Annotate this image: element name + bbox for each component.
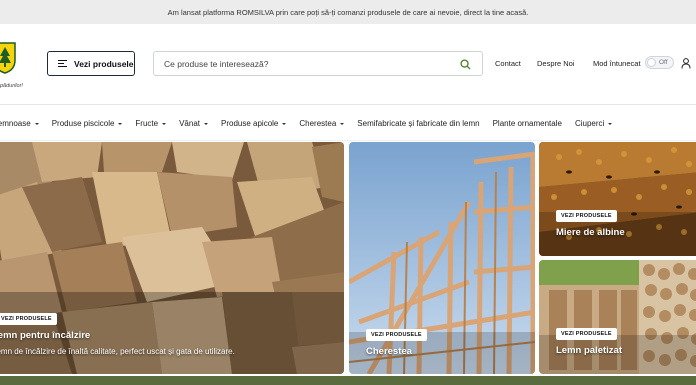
category-label: Produse piscicole (51, 118, 115, 128)
chevron-down-icon (608, 122, 613, 125)
card-palletized-badge[interactable]: VEZI PRODUSELE (556, 328, 617, 340)
chevron-down-icon (282, 122, 287, 125)
card-lumber[interactable]: VEZI PRODUSELE Cherestea (349, 142, 535, 374)
dark-mode-label: Mod întunecat (593, 59, 641, 68)
card-firewood-badge[interactable]: VEZI PRODUSELE (0, 313, 57, 325)
card-firewood-description: Lemn de încălzire de înaltă calitate, pe… (0, 347, 235, 356)
chevron-down-icon (162, 122, 167, 125)
card-honey-title: Miere de albine (556, 227, 625, 238)
category-item[interactable]: Fructe (135, 118, 167, 128)
card-lumber-title: Cherestea (366, 346, 412, 357)
category-label: Ciuperci (574, 118, 605, 128)
card-firewood-title: Lemn pentru încălzire (0, 330, 91, 341)
toggle-knob (647, 58, 656, 67)
next-section-preview (0, 376, 696, 385)
romsilva-logo[interactable] (0, 40, 16, 74)
category-label: Produse apicole (221, 118, 279, 128)
search-input[interactable] (164, 58, 482, 69)
user-icon[interactable] (681, 58, 691, 69)
palletized-wood-image (539, 260, 696, 374)
chevron-down-icon (34, 122, 39, 125)
card-firewood[interactable]: VEZI PRODUSELE Lemn pentru încălzire Lem… (0, 142, 344, 374)
honeycomb-image (539, 142, 696, 256)
search-icon[interactable] (460, 59, 471, 70)
category-label: Cherestea (299, 118, 337, 128)
category-item[interactable]: Semifabricate și fabricate din lemn (357, 119, 479, 128)
category-item[interactable]: Produse piscicole (52, 119, 123, 128)
card-palletized-wood[interactable]: VEZI PRODUSELE Lemn paletizat (539, 260, 696, 374)
category-label: Vânat (179, 118, 200, 128)
category-item[interactable]: Vânat (179, 119, 208, 128)
category-label: Plante ornamentale (492, 118, 562, 128)
card-honey-badge[interactable]: VEZI PRODUSELE (556, 210, 617, 222)
products-button-label: Vezi produsele (74, 58, 134, 69)
header: pădurilor! Vezi produsele Contact Despre… (0, 24, 696, 105)
chevron-down-icon (204, 122, 208, 125)
card-lumber-badge[interactable]: VEZI PRODUSELE (366, 329, 427, 341)
category-item[interactable]: Produse apicole (221, 118, 287, 128)
dark-mode-toggle[interactable]: Off (645, 56, 674, 69)
featured-grid: VEZI PRODUSELE Lemn pentru încălzire Lem… (0, 142, 696, 385)
contact-link[interactable]: Contact (495, 59, 521, 68)
announcement-bar: Am lansat platforma ROMSILVA prin care p… (0, 0, 696, 24)
category-label: Semifabricate și fabricate din lemn (357, 118, 480, 128)
category-item[interactable]: Plante ornamentale (493, 119, 562, 128)
category-item[interactable]: Produse lemnoase (0, 119, 39, 128)
category-label: Fructe (135, 118, 159, 128)
hamburger-icon (58, 60, 67, 68)
card-palletized-title: Lemn paletizat (556, 345, 622, 356)
category-item[interactable]: Ciuperci (574, 118, 613, 128)
toggle-state: Off (659, 58, 668, 66)
chevron-down-icon (340, 122, 345, 125)
announcement-text: Am lansat platforma ROMSILVA prin care p… (167, 7, 529, 17)
category-nav: Produse lemnoase Produse piscicole Fructe V… (0, 106, 696, 141)
search-box[interactable] (153, 51, 483, 76)
chevron-down-icon (118, 122, 123, 125)
logo-slogan: pădurilor! (0, 83, 23, 89)
category-item[interactable]: Cherestea (299, 118, 345, 128)
about-link[interactable]: Despre Noi (537, 59, 575, 68)
category-label: Produse lemnoase (0, 118, 31, 128)
products-menu-button[interactable]: Vezi produsele (47, 51, 135, 76)
card-honey[interactable]: VEZI PRODUSELE Miere de albine (539, 142, 696, 256)
